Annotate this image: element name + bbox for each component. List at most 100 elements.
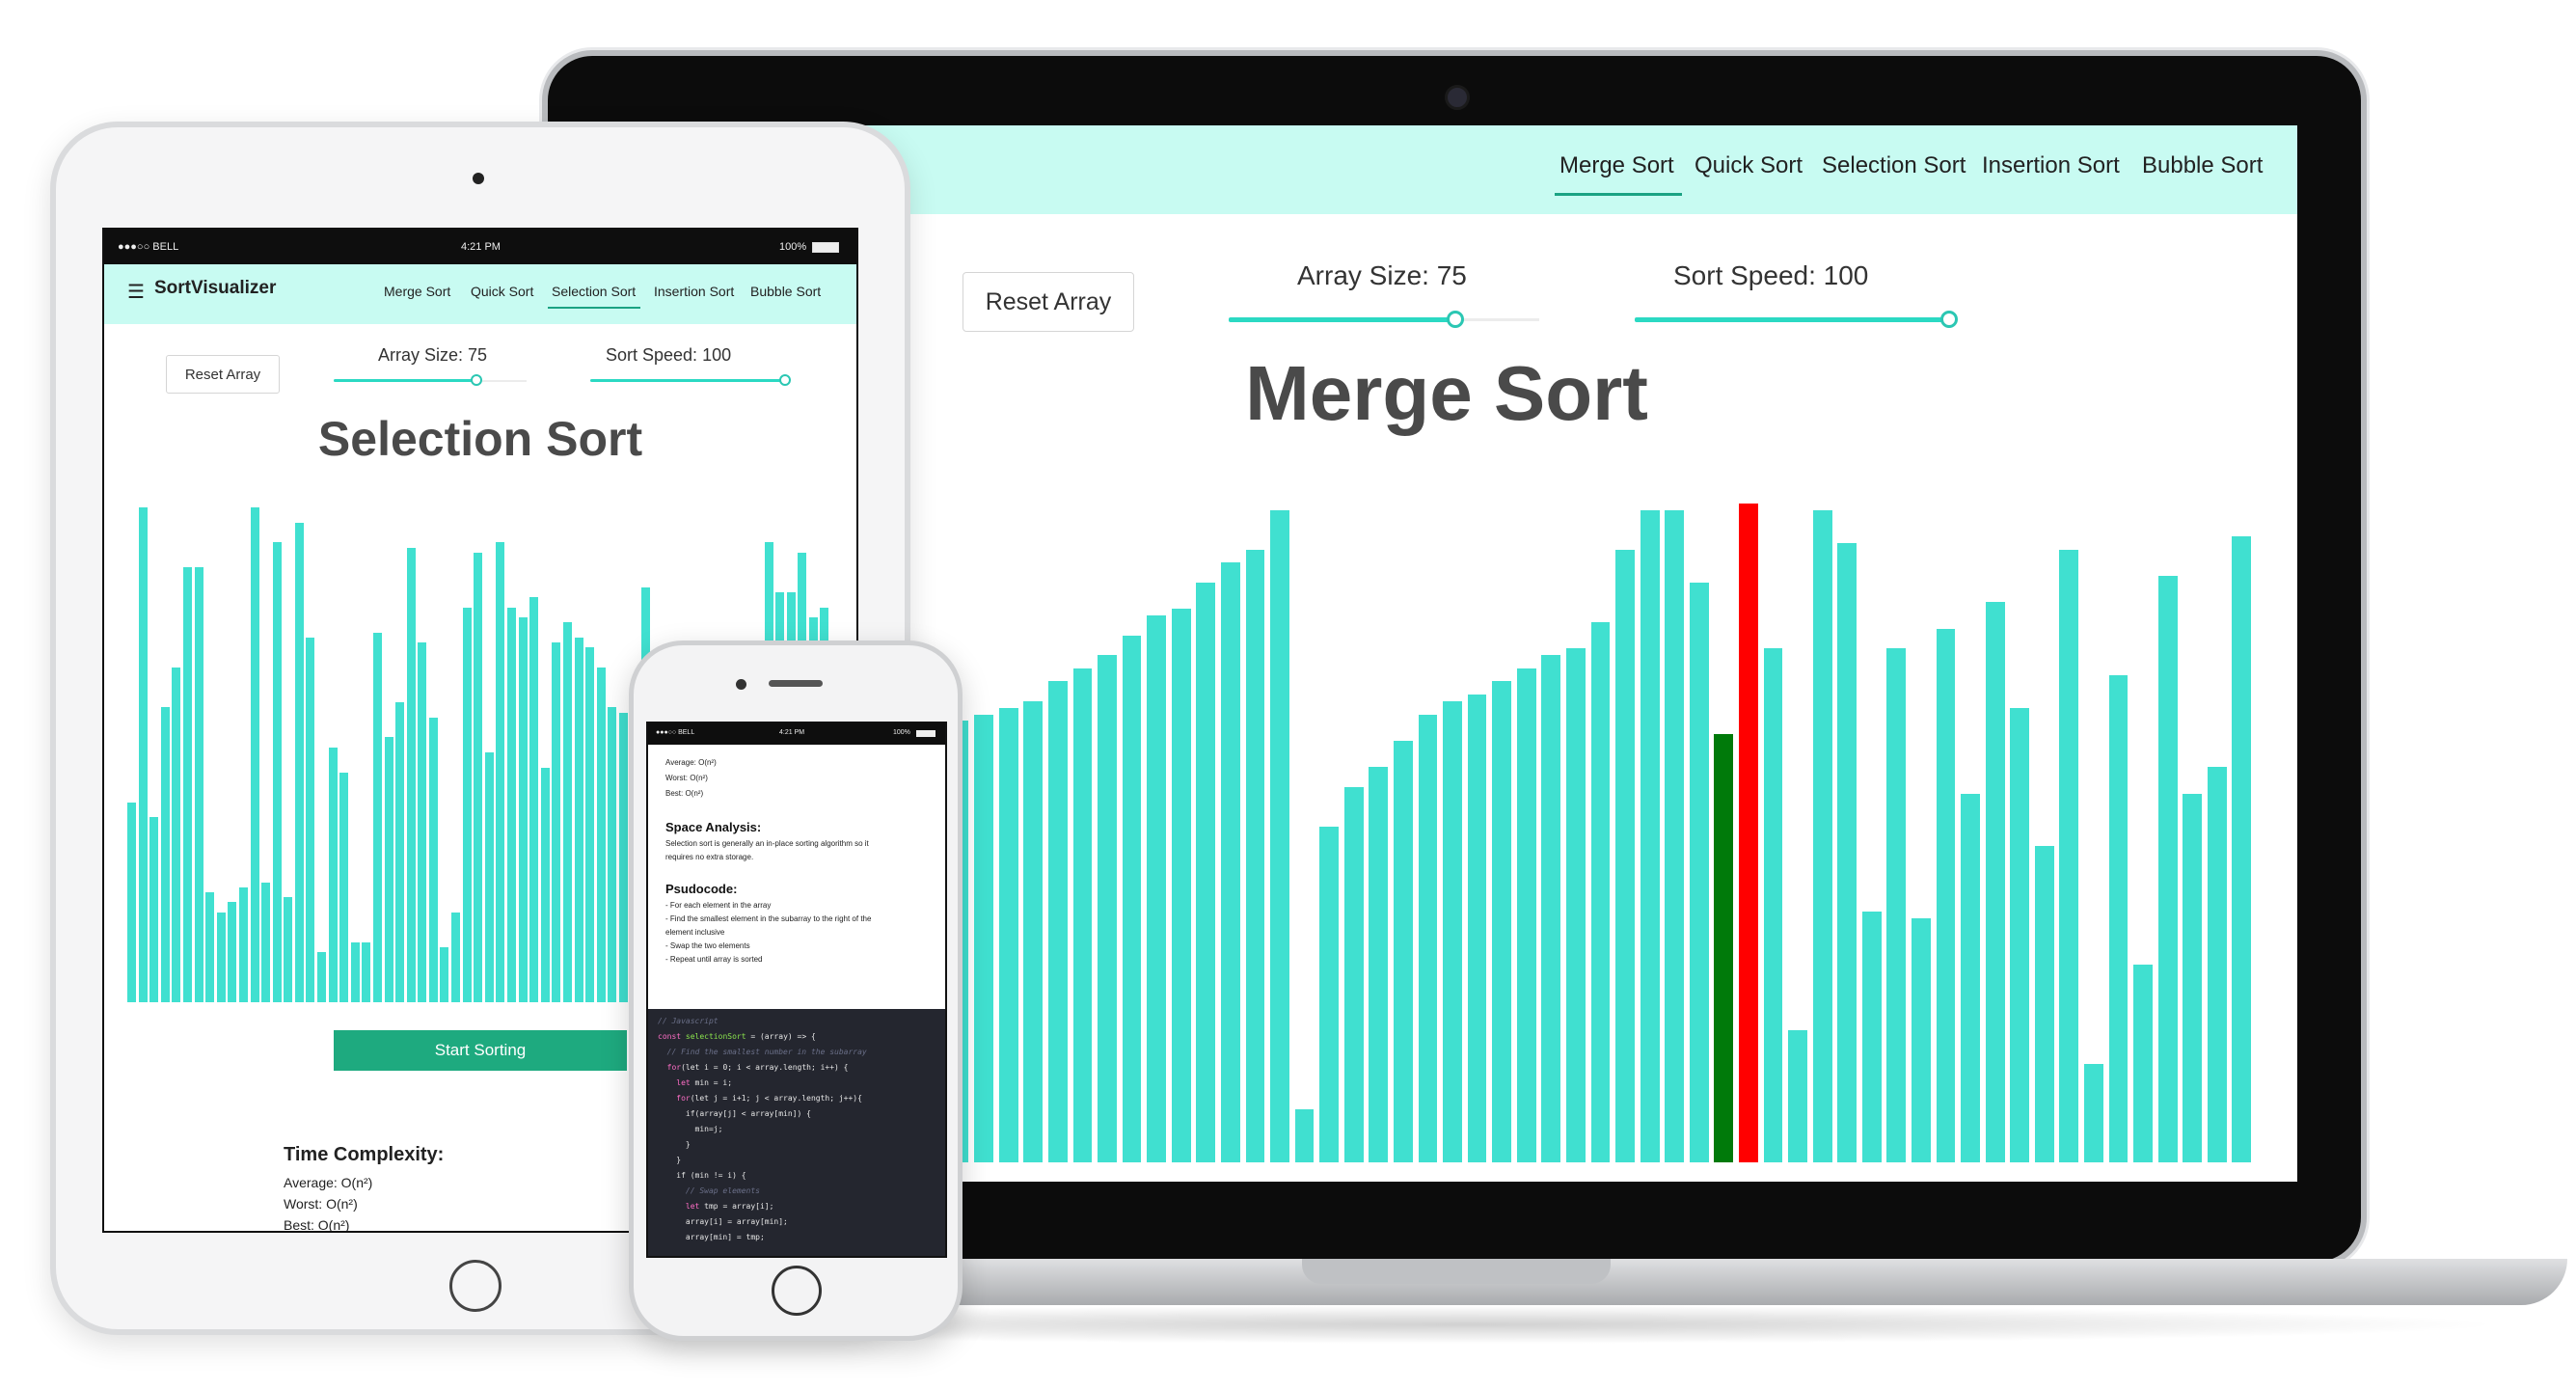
- sort-speed-fill: [590, 379, 783, 382]
- app-logo[interactable]: SortVisualizer: [154, 278, 276, 299]
- code-keyword: for: [658, 1063, 682, 1072]
- nav-merge-sort[interactable]: Merge Sort: [1559, 152, 1674, 179]
- time-worst: Worst: O(n²): [284, 1196, 358, 1212]
- bar: [1565, 648, 1586, 1162]
- sort-speed-slider-thumb[interactable]: [1940, 311, 1958, 328]
- sort-speed-slider-thumb[interactable]: [779, 374, 791, 386]
- bar: [1886, 648, 1907, 1162]
- bar: [384, 737, 393, 1002]
- bar: [406, 548, 416, 1002]
- nav-quick-sort[interactable]: Quick Sort: [471, 284, 533, 299]
- bar: [284, 897, 293, 1002]
- nav-selection-sort[interactable]: Selection Sort: [1822, 152, 1966, 179]
- bar-compare: [1739, 504, 1758, 1162]
- nav-active-underline: [1555, 193, 1682, 196]
- nav-selection-sort[interactable]: Selection Sort: [552, 284, 636, 299]
- phone-status-bar: ●●●○○ BELL 4:21 PM 100%: [648, 723, 945, 745]
- code-function: selectionSort: [685, 1032, 746, 1041]
- pseudo-line: - Swap the two elements: [665, 941, 750, 950]
- bar: [2133, 965, 2153, 1162]
- bar: [596, 668, 606, 1002]
- nav-insertion-sort[interactable]: Insertion Sort: [1982, 152, 2120, 179]
- nav-bubble-sort[interactable]: Bubble Sort: [2142, 152, 2263, 179]
- code-text: (let i = 0; i < array.length; i++) {: [681, 1063, 849, 1072]
- bar: [1541, 655, 1561, 1162]
- code-text: (let j = i+1; j < array.length; j++){: [690, 1094, 862, 1103]
- bar: [1985, 602, 2005, 1162]
- pseudocode-heading: Psudocode:: [665, 882, 738, 896]
- tablet-home-button[interactable]: [449, 1260, 502, 1312]
- code-line: const selectionSort = (array) => {: [658, 1032, 816, 1041]
- array-size-slider-thumb[interactable]: [471, 374, 482, 386]
- bar: [1418, 715, 1438, 1162]
- bar: [1665, 510, 1685, 1162]
- space-text-line-1: Selection sort is generally an in-place …: [665, 839, 869, 848]
- code-keyword: let: [658, 1202, 700, 1211]
- bar: [272, 542, 282, 1002]
- bar: [1443, 701, 1462, 1162]
- bar: [529, 597, 539, 1002]
- code-line: for(let i = 0; i < array.length; i++) {: [658, 1063, 849, 1072]
- bar: [2059, 550, 2079, 1162]
- bar: [1245, 550, 1265, 1162]
- bar: [1812, 510, 1832, 1162]
- bar: [1369, 767, 1389, 1162]
- bar: [1098, 655, 1117, 1162]
- code-text: = (array) => {: [746, 1032, 816, 1041]
- reset-array-button[interactable]: Reset Array: [963, 272, 1134, 332]
- bar: [1319, 827, 1340, 1162]
- reset-array-button[interactable]: Reset Array: [166, 355, 280, 394]
- bar: [160, 707, 170, 1002]
- bar: [1788, 1030, 1807, 1162]
- battery-text: 100%: [779, 241, 807, 253]
- signal-carrier: ●●●○○ BELL: [118, 241, 179, 253]
- bar: [172, 668, 181, 1002]
- bar-sorted: [1714, 734, 1734, 1162]
- nav-quick-sort[interactable]: Quick Sort: [1695, 152, 1803, 179]
- bar: [1294, 1109, 1315, 1162]
- code-line: // Swap elements: [658, 1186, 760, 1195]
- bar: [1689, 583, 1709, 1162]
- space-text-line-2: requires no extra storage.: [665, 853, 754, 861]
- menu-icon[interactable]: ☰: [127, 280, 145, 304]
- time-average: Average: O(n²): [284, 1175, 373, 1190]
- bar: [1023, 701, 1044, 1162]
- start-sorting-button[interactable]: Start Sorting: [334, 1030, 627, 1071]
- bar: [238, 887, 248, 1002]
- battery-text: 100%: [893, 729, 910, 736]
- sort-speed-label: Sort Speed: 100: [606, 345, 732, 365]
- nav-active-underline: [548, 307, 640, 309]
- bar: [574, 638, 583, 1002]
- code-keyword: const: [658, 1032, 686, 1041]
- bar: [216, 913, 226, 1002]
- bar: [127, 803, 136, 1002]
- bar: [1492, 681, 1512, 1162]
- sort-speed-label: Sort Speed: 100: [1673, 260, 1869, 290]
- code-line: }: [658, 1140, 691, 1149]
- bar: [1615, 550, 1635, 1162]
- algorithm-title: Selection Sort: [317, 412, 643, 466]
- signal-carrier: ●●●○○ BELL: [656, 729, 695, 736]
- bar: [1220, 562, 1240, 1162]
- code-line: min=j;: [658, 1125, 723, 1133]
- nav-merge-sort[interactable]: Merge Sort: [384, 284, 450, 299]
- array-size-slider-thumb[interactable]: [1447, 311, 1464, 328]
- nav-insertion-sort[interactable]: Insertion Sort: [654, 284, 734, 299]
- bar: [250, 507, 259, 1002]
- code-line: // Javascript: [658, 1017, 719, 1025]
- tablet-camera: [473, 173, 484, 184]
- nav-bubble-sort[interactable]: Bubble Sort: [750, 284, 821, 299]
- bar: [205, 892, 215, 1002]
- phone-home-button[interactable]: [772, 1266, 822, 1316]
- bar: [2010, 708, 2030, 1162]
- bar: [372, 633, 382, 1002]
- bar: [261, 883, 270, 1002]
- laptop-camera: [1445, 85, 1470, 110]
- code-line: if (min != i) {: [658, 1171, 746, 1180]
- bar: [350, 942, 360, 1002]
- array-size-fill: [1229, 317, 1455, 322]
- bar: [1047, 681, 1068, 1162]
- bar: [474, 553, 483, 1002]
- code-text: tmp = array[i];: [699, 1202, 774, 1211]
- tablet-navbar: ☰ SortVisualizer Merge Sort Quick Sort S…: [104, 264, 856, 324]
